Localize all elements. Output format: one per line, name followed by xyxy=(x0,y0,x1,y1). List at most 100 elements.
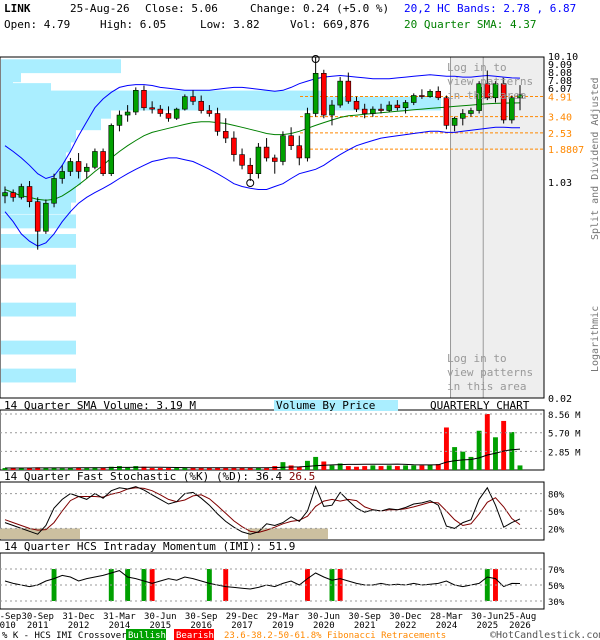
candle-body xyxy=(141,89,147,109)
recent-shade xyxy=(450,57,544,398)
symbol-label: LINK xyxy=(4,2,31,15)
candle-body xyxy=(288,135,294,147)
volume-bar xyxy=(427,464,433,470)
watermark-top-line1: Log in to xyxy=(447,61,507,74)
candle-body xyxy=(394,104,401,109)
candle-body xyxy=(410,95,417,103)
imi-panel xyxy=(4,569,521,601)
x-tick-label-year: 2019 xyxy=(272,621,294,631)
candle-body xyxy=(133,89,139,113)
stoch-panel xyxy=(0,485,521,539)
volume-bar xyxy=(354,466,359,470)
imi-tick-label: 70% xyxy=(548,566,565,576)
stoch-tick-label: 80% xyxy=(548,491,565,501)
volume-bar xyxy=(443,427,449,470)
candle-body xyxy=(239,154,245,166)
candle-body xyxy=(10,192,16,198)
candle-body xyxy=(280,135,286,162)
stoch-tick-label: 20% xyxy=(548,525,565,535)
bands-label: 20,2 HC Bands: 2.78 , 6.87 xyxy=(404,2,576,15)
candle-body xyxy=(108,125,115,174)
volume-bar xyxy=(460,451,466,470)
imi-tick-label: 50% xyxy=(548,582,565,592)
open-label: Open: 4.79 xyxy=(4,18,70,31)
volume-panel xyxy=(2,414,523,470)
candle-body xyxy=(51,178,57,204)
volume-bar xyxy=(452,447,458,470)
watermark-top-line2: view patterns xyxy=(447,75,533,88)
candle-body xyxy=(370,108,376,114)
volume-tick-label: 2.85 M xyxy=(548,448,581,458)
candle-body xyxy=(312,73,319,114)
candle-body xyxy=(198,100,204,111)
x-tick-label-year: 2020 xyxy=(313,621,335,631)
candle-body xyxy=(435,91,442,99)
volume-tick-label: 5.70 M xyxy=(548,430,581,440)
candle-body xyxy=(255,146,262,174)
candle-body xyxy=(231,137,237,155)
candle-body xyxy=(304,113,311,159)
price-tick-label: 1.8807 xyxy=(548,145,584,156)
volume-bar xyxy=(370,465,376,470)
volume-bar xyxy=(329,465,335,470)
price-tick-label: 0.02 xyxy=(548,394,572,405)
stoch-k-line xyxy=(4,485,521,535)
candle-body xyxy=(468,110,474,114)
candle-body xyxy=(402,102,409,109)
volume-bar xyxy=(476,430,482,470)
candle-body xyxy=(451,117,458,126)
change-label: Change: 0.24 (+5.0 %) xyxy=(250,2,389,15)
candle-body xyxy=(329,104,335,116)
candle-body xyxy=(247,164,253,174)
candle-body xyxy=(460,113,466,119)
volume-bar xyxy=(345,466,351,470)
sma-label: 20 Quarter SMA: 4.37 xyxy=(404,18,536,31)
split-adjusted-label: Split and Dividend Adjusted xyxy=(590,77,600,240)
volume-bar xyxy=(313,456,319,470)
candle-body xyxy=(92,151,98,168)
volume-bar xyxy=(378,466,384,470)
candle-body xyxy=(337,80,343,106)
candle-body xyxy=(124,111,131,116)
candle-body xyxy=(173,108,180,119)
brand-label: ©HotCandlestick.com xyxy=(490,630,600,640)
candle-body xyxy=(272,157,278,162)
vol-label: Vol: 669,876 xyxy=(290,18,369,31)
volume-title: 14 Quarter SMA Volume: 3.19 M xyxy=(4,399,196,412)
x-tick-label-year: 2017 xyxy=(231,621,253,631)
lower-band-line xyxy=(4,126,520,247)
candle-body xyxy=(419,95,425,97)
bearish-badge: Bearish xyxy=(176,631,214,640)
high-label: High: 6.05 xyxy=(100,18,166,31)
price-tick-label: 4.91 xyxy=(548,93,572,104)
stoch-d-line xyxy=(4,487,521,534)
candle-body xyxy=(361,108,368,114)
x-tick-label-year: 2011 xyxy=(27,621,49,631)
x-axis: 30-Sep201030-Sep201131-Dec201231-Mar2014… xyxy=(0,612,536,631)
candle-body xyxy=(214,113,221,132)
candle-body xyxy=(100,151,106,174)
candle-body xyxy=(67,161,74,172)
price-panel xyxy=(1,55,544,398)
candle-body xyxy=(43,202,49,232)
imi-line xyxy=(4,570,521,590)
candle-body xyxy=(206,110,213,114)
volume-bar xyxy=(280,462,286,470)
candle-body xyxy=(296,145,303,159)
watermark-bottom-line3: in this area xyxy=(447,380,526,393)
volume-by-price-label: Volume By Price xyxy=(276,399,375,412)
imi-title: 14 Quarter HCS Intraday Momentum (IMI): … xyxy=(4,540,295,553)
logarithmic-label: Logarithmic xyxy=(590,306,600,372)
low-label: Low: 3.82 xyxy=(200,18,260,31)
candle-body xyxy=(353,100,360,110)
price-tick-label: 2.53 xyxy=(548,129,572,140)
close-label: Close: 5.06 xyxy=(145,2,218,15)
volume-bar xyxy=(411,465,417,470)
bullish-badge: Bullish xyxy=(128,631,166,640)
volume-bar xyxy=(305,460,310,470)
volume-bar xyxy=(394,466,400,470)
volume-tick-label: 8.56 M xyxy=(548,411,581,421)
candle-body xyxy=(190,96,196,102)
fib-legend: 23.6-38.2-50-61.8% Fibonacci Retracement… xyxy=(224,631,446,640)
candle-body xyxy=(59,171,65,179)
